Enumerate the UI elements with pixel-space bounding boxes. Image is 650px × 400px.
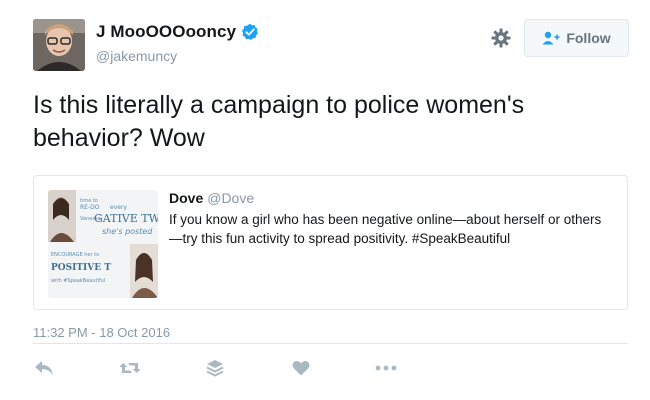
svg-text:Vanessa: Vanessa (80, 216, 101, 222)
stack-icon[interactable] (204, 357, 226, 379)
tweet-text: Is this literally a campaign to police w… (33, 91, 525, 152)
gear-icon[interactable] (490, 27, 512, 49)
quoted-author-name: Dove (169, 190, 204, 206)
svg-text:RE-DO: RE-DO (80, 204, 100, 211)
follow-button[interactable]: Follow (524, 19, 629, 57)
quoted-author-handle: @Dove (207, 190, 255, 206)
tweet-actions (33, 357, 433, 379)
avatar[interactable] (33, 19, 85, 71)
avatar-image (33, 19, 85, 71)
author-name-row[interactable]: J MooOOOooncy (96, 22, 259, 42)
quoted-tweet-image[interactable]: time to RE-DO every GATIVE TWE Vanessa s… (48, 190, 158, 298)
add-user-icon (542, 31, 560, 45)
quoted-tweet[interactable]: time to RE-DO every GATIVE TWE Vanessa s… (33, 175, 628, 310)
svg-text:she's posted: she's posted (102, 227, 153, 236)
author-handle[interactable]: @jakemuncy (96, 48, 177, 64)
svg-text:every: every (110, 204, 127, 211)
tweet-timestamp[interactable]: 11:32 PM - 18 Oct 2016 (33, 325, 170, 340)
heart-icon[interactable] (290, 357, 312, 379)
svg-text:POSITIVE T: POSITIVE T (51, 263, 111, 273)
author-display-name[interactable]: J MooOOOooncy (96, 22, 236, 42)
retweet-icon[interactable] (119, 357, 141, 379)
more-icon[interactable] (375, 357, 397, 379)
verified-badge-icon (241, 23, 259, 41)
reply-icon[interactable] (33, 357, 55, 379)
divider (33, 343, 628, 344)
svg-text:ENCOURAGE her to: ENCOURAGE her to (51, 252, 99, 258)
quoted-tweet-text: If you know a girl who has been negative… (169, 212, 602, 246)
follow-button-label: Follow (566, 30, 611, 46)
svg-text:GATIVE TWE: GATIVE TWE (94, 212, 158, 225)
svg-text:with #SpeakBeautiful: with #SpeakBeautiful (51, 278, 105, 284)
quoted-author[interactable]: Dove @Dove (169, 190, 254, 206)
